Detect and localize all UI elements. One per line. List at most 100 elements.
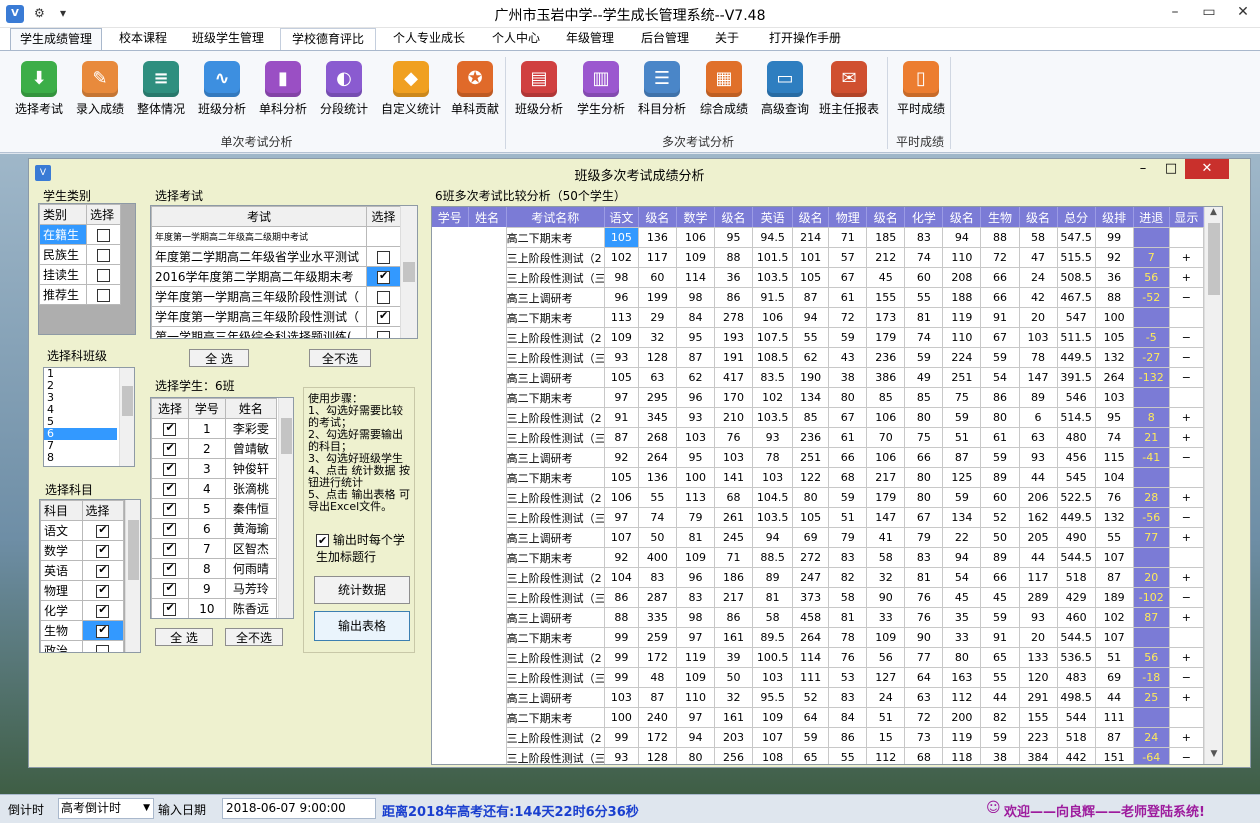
student-row[interactable]: 1李彩雯 [151,418,278,439]
student-row[interactable]: 4张滴桃 [151,478,278,499]
output-title-checkbox[interactable] [316,532,329,549]
student-type-row[interactable]: 挂读生 [38,264,121,285]
result-row[interactable]: 三上阶段性测试（2 91 345 93 210 103.5 85 67 106 80 59 80 6 51… [432,407,1205,428]
tab-8[interactable]: 关于 [704,28,750,50]
subject-checkbox[interactable] [96,523,110,538]
scroll-down-icon[interactable]: ▼ [1205,749,1222,759]
student-type-checkbox[interactable] [97,228,111,242]
export-table-button[interactable]: 输出表格 [314,611,410,641]
ribbon-button-3[interactable]: ∿ 班级分析 [191,55,253,125]
subject-row[interactable]: 物理 [40,580,124,601]
exam-checkbox[interactable] [377,250,390,264]
date-input[interactable]: 2018-06-07 9:00:00 [222,798,376,819]
student-row[interactable]: 9马芳玲 [151,578,278,599]
countdown-select[interactable]: 高考倒计时 ▼ [58,798,154,819]
result-row[interactable]: 高二下期末考 100 240 97 161 109 64 84 51 72 200 82 155 544 1… [432,707,1205,728]
student-type-checkbox[interactable] [97,288,111,302]
student-select-none-button[interactable]: 全不选 [225,628,283,646]
exam-row[interactable]: 年度第二学期高二年级省学业水平测试 [151,246,401,267]
subject-checkbox[interactable] [96,563,110,578]
tab-2[interactable]: 班级学生管理 [180,28,276,50]
tab-5[interactable]: 个人中心 [482,28,550,50]
student-checkbox[interactable] [163,581,177,596]
class-item[interactable]: 1 [44,368,117,380]
ribbon-button-7[interactable]: ✪ 单科贡献 [444,55,506,125]
ribbon-button-9[interactable]: ▥ 学生分析 [570,55,632,125]
tab-7[interactable]: 后台管理 [630,28,700,50]
result-row[interactable]: 高二下期末考 92 400 109 71 88.5 272 83 58 83 94 89 44 544.5… [432,547,1205,568]
result-row[interactable]: 高二下期末考 99 259 97 161 89.5 264 78 109 90 33 91 20 544.… [432,627,1205,648]
student-type-row[interactable]: 在籍生 [38,224,121,245]
result-row[interactable]: 高三上调研考 105 63 62 417 83.5 190 38 386 49 251 54 147 39… [432,367,1205,388]
student-type-checkbox[interactable] [97,268,111,282]
subject-row[interactable]: 数学 [40,540,124,561]
ribbon-button-10[interactable]: ☰ 科目分析 [631,55,693,125]
class-item[interactable]: 2 [44,380,117,392]
student-checkbox[interactable] [163,461,177,476]
exam-row[interactable]: 第一学期高三年级综合科选择题训练( [151,326,401,338]
ribbon-button-0[interactable]: ⬇ 选择考试 [8,55,70,125]
class-item[interactable]: 5 [44,416,117,428]
tab-4[interactable]: 个人专业成长 [382,28,476,50]
student-row[interactable]: 3钟俊轩 [151,458,278,479]
result-row[interactable]: 三上阶段性测试（三 98 60 114 36 103.5 105 67 45 60 208 66 24 5… [432,267,1205,288]
student-row[interactable]: 8何雨晴 [151,558,278,579]
result-row[interactable]: 高三上调研考 96 199 98 86 91.5 87 61 155 55 188 66 42 467.5… [432,287,1205,308]
subject-row[interactable]: 政治 [40,640,124,652]
student-row[interactable]: 7区智杰 [151,538,278,559]
result-row[interactable]: 三上阶段性测试（2 99 172 94 203 107 59 86 15 73 119 59 223 51… [432,727,1205,748]
ribbon-button-12[interactable]: ▭ 高级查询 [754,55,816,125]
result-scrollbar[interactable]: ▲ ▼ [1204,207,1222,764]
student-checkbox[interactable] [163,601,177,616]
result-row[interactable]: 高三上调研考 103 87 110 32 95.5 52 83 24 63 112 44 291 498.… [432,687,1205,708]
ribbon-button-14[interactable]: ▯ 平时成绩 [890,55,952,125]
student-select-all-button[interactable]: 全 选 [155,628,213,646]
ribbon-button-4[interactable]: ▮ 单科分析 [252,55,314,125]
exam-checkbox[interactable] [377,269,390,284]
exam-checkbox[interactable] [377,309,390,324]
subject-row[interactable]: 语文 [40,520,124,541]
window-maximize-button[interactable]: □ [1157,161,1185,179]
ribbon-button-11[interactable]: ▦ 综合成绩 [693,55,755,125]
result-row[interactable]: 三上阶段性测试（三 99 48 109 50 103 111 53 127 64 163 55 120 4… [432,667,1205,688]
result-row[interactable]: 三上阶段性测试（2 102 117 109 88 101.5 101 57 212 74 110 72… [432,247,1205,268]
student-checkbox[interactable] [163,561,177,576]
exam-row[interactable]: 学年度第一学期高三年级阶段性测试（ [151,306,401,327]
subject-checkbox[interactable] [96,623,110,638]
student-type-checkbox[interactable] [97,248,111,262]
output-title-row-option[interactable]: 输出时每个学生加标题行 [316,532,412,566]
result-row[interactable]: 高二下期末考 113 29 84 278 106 94 72 173 81 119 91 20 547 10… [432,307,1205,328]
tab-0[interactable]: 学生成绩管理 [10,28,102,50]
student-type-row[interactable]: 民族生 [38,244,121,265]
exam-row[interactable]: 年度第一学期高二年级高二级期中考试 [151,226,401,247]
window-close-button[interactable]: ✕ [1185,159,1229,179]
student-row[interactable]: 5秦伟恒 [151,498,278,519]
result-row[interactable]: 高二下期末考 97 295 96 170 102 134 80 85 85 75 86 89 546 103 [432,387,1205,408]
student-checkbox[interactable] [163,421,177,436]
tab-9[interactable]: 打开操作手册 [756,28,854,50]
class-item[interactable]: 3 [44,392,117,404]
close-button[interactable]: ✕ [1226,0,1260,26]
scroll-up-icon[interactable]: ▲ [1205,207,1222,217]
student-scrollbar[interactable] [278,398,293,618]
student-row[interactable]: 2曾靖敏 [151,438,278,459]
student-checkbox[interactable] [163,541,177,556]
subject-row[interactable]: 化学 [40,600,124,621]
result-row[interactable]: 高三上调研考 107 50 81 245 94 69 79 41 79 22 50 205 490 55 77… [432,527,1205,548]
result-row[interactable]: 三上阶段性测试（三 86 287 83 217 81 373 58 90 76 45 45 289 429… [432,587,1205,608]
result-row[interactable]: 高二下期末考 105 136 100 141 103 122 68 217 80 125 89 44 54… [432,467,1205,488]
result-row[interactable]: 三上阶段性测试（三 93 128 80 256 108 65 55 112 68 118 38 384 4… [432,747,1205,764]
student-checkbox[interactable] [163,501,177,516]
ribbon-button-6[interactable]: ◆ 自定义统计 [378,55,444,125]
exam-row[interactable]: 学年度第一学期高三年级阶段性测试（ [151,286,401,307]
ribbon-button-2[interactable]: ≡ 整体情况 [130,55,192,125]
tab-6[interactable]: 年级管理 [556,28,624,50]
minimize-button[interactable]: – [1158,0,1192,26]
subject-checkbox[interactable] [96,543,110,558]
subject-checkbox[interactable] [96,583,110,598]
maximize-button[interactable]: ▭ [1192,0,1226,26]
result-row[interactable]: 三上阶段性测试（2 109 32 95 193 107.5 55 59 179 74 110 67 10… [432,327,1205,348]
subject-row[interactable]: 生物 [40,620,124,641]
class-scrollbar[interactable] [119,368,134,466]
subject-scrollbar[interactable] [125,500,140,652]
